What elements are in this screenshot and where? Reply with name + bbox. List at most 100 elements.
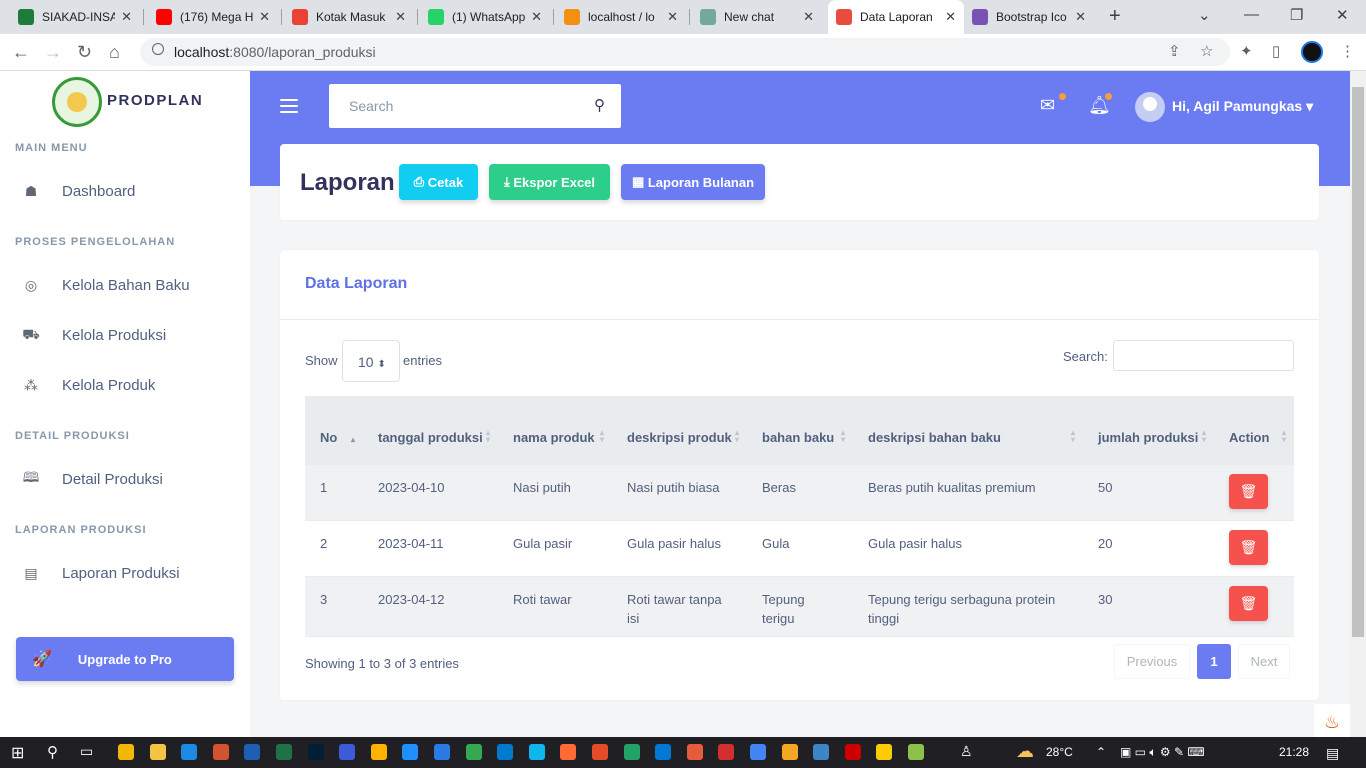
- column-header[interactable]: jumlah produksi ▴ ▾: [1083, 396, 1214, 465]
- tray-chevron-icon[interactable]: ⌃: [1096, 745, 1106, 759]
- photos-icon[interactable]: [813, 744, 830, 760]
- flame-icon[interactable]: ♨: [1314, 704, 1350, 737]
- widget-icon[interactable]: [118, 744, 134, 760]
- windows-start-icon[interactable]: ⊞: [11, 743, 24, 763]
- calculator-icon[interactable]: [339, 744, 356, 760]
- browser-tab[interactable]: Bootstrap Ico ✕: [964, 0, 1094, 34]
- bookmark-star-icon[interactable]: ☆: [1200, 42, 1213, 60]
- column-header[interactable]: deskripsi bahan baku ▴ ▾: [853, 396, 1083, 465]
- excel-icon[interactable]: [276, 744, 292, 760]
- close-window-icon[interactable]: ✕: [1336, 6, 1349, 24]
- word-icon[interactable]: [244, 744, 261, 760]
- sidebar-item-detail[interactable]: 🕮 Detail Produksi: [0, 459, 250, 499]
- access-icon[interactable]: [718, 744, 735, 760]
- upgrade-button[interactable]: 🚀 Upgrade to Pro: [16, 637, 234, 681]
- column-header[interactable]: nama produk ▴ ▾: [498, 396, 612, 465]
- export-excel-button[interactable]: ⤓ Ekspor Excel: [489, 164, 610, 200]
- browser-tab[interactable]: Kotak Masuk ✕: [284, 0, 414, 34]
- table-search-input[interactable]: [1113, 340, 1294, 371]
- sidebar-item-produk[interactable]: ⁂ Kelola Produk: [0, 365, 250, 405]
- menu-toggle-icon[interactable]: [280, 95, 298, 117]
- close-tab-icon[interactable]: ✕: [121, 9, 132, 25]
- sidebar-item-bahan-baku[interactable]: ◎ Kelola Bahan Baku: [0, 265, 250, 305]
- site-info-icon[interactable]: [152, 43, 164, 55]
- print-button[interactable]: ⎙ Cetak: [399, 164, 478, 200]
- sidebar-item-laporan[interactable]: ▤ Laporan Produksi: [0, 553, 250, 593]
- search-icon[interactable]: ⚲: [594, 84, 605, 128]
- delete-button[interactable]: 🗑︎: [1229, 529, 1268, 565]
- browser-tab[interactable]: (1) WhatsApp ✕: [420, 0, 550, 34]
- postman-icon[interactable]: [560, 744, 577, 760]
- tab-search-icon[interactable]: ⌄: [1198, 6, 1211, 24]
- home-icon[interactable]: ⌂: [109, 42, 120, 63]
- browser-tab[interactable]: Data Laporan ✕: [828, 0, 964, 34]
- sidebar-item-dashboard[interactable]: ☗ Dashboard: [0, 171, 250, 211]
- next-button[interactable]: Next: [1238, 644, 1290, 679]
- extensions-icon[interactable]: ✦: [1240, 42, 1253, 60]
- chrome-icon[interactable]: [465, 744, 482, 760]
- monthly-report-button[interactable]: ▦ Laporan Bulanan: [621, 164, 765, 200]
- explorer-icon[interactable]: [149, 744, 166, 760]
- browser-tab[interactable]: localhost / lo ✕: [556, 0, 686, 34]
- new-tab-button[interactable]: +: [1109, 5, 1121, 28]
- close-tab-icon[interactable]: ✕: [803, 9, 814, 25]
- url-field[interactable]: localhost:8080/laporan_produksi: [140, 38, 1230, 66]
- tray-icons[interactable]: ▣ ▭ 🔈︎ ⚙ ✎ ⌨: [1120, 745, 1205, 760]
- search-icon[interactable]: ⚲: [47, 743, 58, 761]
- sublime-icon[interactable]: [370, 744, 387, 760]
- user-avatar[interactable]: [1135, 92, 1165, 122]
- reload-icon[interactable]: ↻: [77, 42, 92, 63]
- column-header[interactable]: Action ▴ ▾: [1214, 396, 1294, 465]
- column-header[interactable]: No ▴: [305, 396, 363, 465]
- delete-button[interactable]: 🗑︎: [1229, 585, 1268, 621]
- vscode-insiders-icon[interactable]: [402, 744, 419, 760]
- notification-icon[interactable]: ▤: [1326, 745, 1339, 762]
- mail-icon[interactable]: ✉: [1040, 95, 1055, 116]
- stack-icon[interactable]: [686, 744, 703, 760]
- close-tab-icon[interactable]: ✕: [1075, 9, 1086, 25]
- mail-icon[interactable]: [181, 744, 198, 760]
- previous-button[interactable]: Previous: [1114, 644, 1190, 679]
- share-icon[interactable]: ⇪: [1168, 42, 1181, 60]
- people-icon[interactable]: ♙: [960, 743, 973, 760]
- close-tab-icon[interactable]: ✕: [395, 9, 406, 25]
- sidebar-item-produksi[interactable]: ⛟ Kelola Produksi: [0, 315, 250, 355]
- photoshop-icon[interactable]: [307, 744, 324, 760]
- scrollbar-thumb[interactable]: [1352, 87, 1364, 637]
- user-menu[interactable]: Hi, Agil Pamungkas ▾: [1172, 98, 1313, 115]
- browser-tab[interactable]: (176) Mega H ✕: [148, 0, 278, 34]
- minimize-icon[interactable]: —: [1244, 6, 1259, 23]
- entries-select[interactable]: 10 ⬍: [342, 340, 400, 382]
- weather-icon[interactable]: ☁: [1016, 741, 1034, 762]
- notes-icon[interactable]: [908, 744, 924, 760]
- task-view-icon[interactable]: ▭: [80, 743, 93, 760]
- browser-menu-icon[interactable]: ⋮: [1340, 42, 1355, 60]
- close-tab-icon[interactable]: ✕: [667, 9, 678, 25]
- android-studio-icon[interactable]: [623, 744, 640, 760]
- column-header[interactable]: bahan baku ▴ ▾: [747, 396, 853, 465]
- restore-icon[interactable]: ❐: [1290, 6, 1303, 24]
- back-icon[interactable]: ←: [12, 42, 30, 63]
- xampp-icon[interactable]: [592, 744, 608, 760]
- page-scrollbar[interactable]: [1350, 71, 1366, 737]
- forward-icon[interactable]: →: [44, 42, 62, 63]
- star-icon[interactable]: [781, 744, 798, 760]
- git-icon[interactable]: [876, 744, 893, 760]
- close-tab-icon[interactable]: ✕: [945, 9, 956, 25]
- powerpoint-icon[interactable]: [212, 744, 229, 760]
- zoom-icon[interactable]: [750, 744, 766, 760]
- browser-tab[interactable]: New chat ✕: [692, 0, 822, 34]
- side-panel-icon[interactable]: ▯: [1272, 42, 1280, 60]
- vscode-icon[interactable]: [497, 744, 514, 760]
- column-header[interactable]: deskripsi produk ▴ ▾: [612, 396, 747, 465]
- edge-icon[interactable]: [434, 744, 450, 760]
- browser-tab[interactable]: SIAKAD-INSAN ✕: [10, 0, 140, 34]
- search-input[interactable]: Search ⚲: [329, 84, 621, 128]
- virtualbox-icon[interactable]: [655, 744, 672, 760]
- filezilla-icon[interactable]: [844, 744, 861, 760]
- close-tab-icon[interactable]: ✕: [259, 9, 270, 25]
- page-1-button[interactable]: 1: [1197, 644, 1231, 679]
- profile-avatar[interactable]: [1301, 41, 1323, 63]
- column-header[interactable]: tanggal produksi ▴ ▾: [363, 396, 498, 465]
- docker-icon[interactable]: [528, 744, 545, 760]
